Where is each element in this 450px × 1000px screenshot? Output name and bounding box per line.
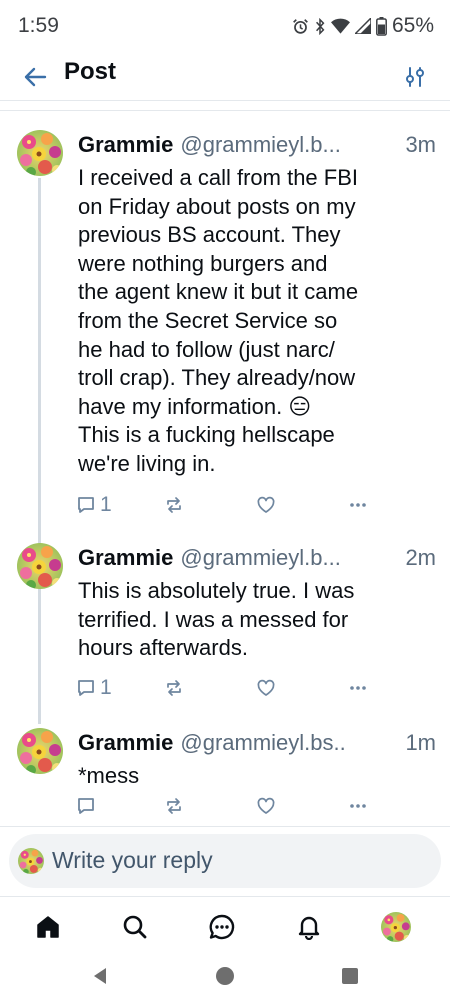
ellipsis-icon bbox=[350, 503, 366, 507]
post-actions: 1 bbox=[76, 674, 376, 702]
bluetooth-icon bbox=[315, 17, 325, 35]
back-button[interactable] bbox=[18, 60, 52, 94]
avatar[interactable] bbox=[17, 728, 63, 774]
repost-icon bbox=[167, 680, 181, 696]
reply-input[interactable]: Write your reply bbox=[9, 834, 441, 888]
system-back-button[interactable] bbox=[88, 964, 112, 988]
nav-search[interactable] bbox=[117, 910, 153, 944]
author-handle[interactable]: @grammieyl.bs.. bbox=[180, 730, 401, 756]
signal-icon bbox=[354, 18, 371, 34]
circle-home-icon bbox=[216, 967, 234, 985]
author-name[interactable]: Grammie bbox=[78, 730, 173, 756]
nav-chat[interactable] bbox=[204, 910, 240, 944]
post-time: 2m bbox=[405, 545, 436, 570]
system-home-button[interactable] bbox=[213, 964, 237, 988]
post-item[interactable]: Grammie @grammieyl.bs.. 1m *mess bbox=[0, 728, 450, 820]
more-options-button[interactable] bbox=[348, 491, 368, 519]
header-divider-secondary bbox=[0, 110, 450, 111]
more-options-button[interactable] bbox=[348, 792, 368, 820]
nav-profile[interactable] bbox=[378, 910, 414, 944]
like-button[interactable] bbox=[256, 674, 276, 702]
repost-icon bbox=[167, 497, 181, 513]
heart-icon bbox=[257, 679, 275, 696]
battery-icon bbox=[376, 16, 387, 36]
repost-icon bbox=[167, 798, 181, 814]
repost-button[interactable] bbox=[164, 491, 184, 519]
header-divider bbox=[0, 100, 450, 101]
post-header: Post bbox=[0, 56, 450, 100]
nav-notifications[interactable] bbox=[291, 910, 327, 944]
nav-home[interactable] bbox=[30, 910, 66, 944]
system-recents-button[interactable] bbox=[338, 964, 362, 988]
reply-button[interactable]: 1 bbox=[76, 491, 112, 519]
post-time: 3m bbox=[405, 132, 436, 157]
avatar[interactable] bbox=[17, 130, 63, 176]
author-handle[interactable]: @grammieyl.b... bbox=[180, 545, 401, 571]
system-nav-bar bbox=[0, 952, 450, 1000]
sliders-icon bbox=[406, 67, 424, 87]
repost-button[interactable] bbox=[164, 792, 184, 820]
page-title: Post bbox=[64, 58, 117, 85]
reply-placeholder: Write your reply bbox=[52, 847, 213, 873]
repost-button[interactable] bbox=[164, 674, 184, 702]
square-recents-icon bbox=[342, 968, 358, 984]
post-text: I received a call from the FBI on Friday… bbox=[78, 165, 359, 476]
comment-icon bbox=[78, 680, 94, 696]
triangle-back-icon bbox=[94, 968, 106, 984]
reply-divider bbox=[0, 826, 450, 827]
ellipsis-icon bbox=[350, 686, 366, 690]
status-bar: 1:59 65% bbox=[0, 0, 450, 56]
reply-button[interactable]: 1 bbox=[76, 674, 112, 702]
like-button[interactable] bbox=[256, 491, 276, 519]
author-name[interactable]: Grammie bbox=[78, 545, 173, 571]
reply-count: 1 bbox=[100, 493, 112, 516]
post-actions: 1 bbox=[76, 491, 376, 519]
ellipsis-icon bbox=[350, 804, 366, 808]
profile-avatar bbox=[381, 912, 411, 942]
home-icon bbox=[37, 916, 59, 938]
avatar bbox=[18, 848, 44, 874]
more-options-button[interactable] bbox=[348, 674, 368, 702]
bottom-nav bbox=[0, 900, 450, 952]
post-text: *mess bbox=[78, 763, 140, 788]
post-item[interactable]: Grammie @grammieyl.b... 2m This is absol… bbox=[0, 543, 450, 703]
comment-icon bbox=[78, 497, 94, 513]
like-button[interactable] bbox=[256, 792, 276, 820]
status-time: 1:59 bbox=[18, 14, 59, 37]
status-icons: 65% bbox=[292, 14, 434, 38]
post-meta: Grammie @grammieyl.bs.. 1m bbox=[78, 730, 436, 760]
bell-icon bbox=[298, 916, 320, 940]
reply-button[interactable] bbox=[76, 792, 96, 820]
post-actions bbox=[76, 792, 376, 820]
battery-percent: 65% bbox=[391, 14, 434, 37]
avatar[interactable] bbox=[17, 543, 63, 589]
reply-count: 1 bbox=[100, 676, 112, 699]
comment-icon bbox=[78, 798, 94, 814]
author-handle[interactable]: @grammieyl.b... bbox=[180, 132, 401, 158]
nav-divider bbox=[0, 896, 450, 897]
post-time: 1m bbox=[405, 730, 436, 755]
post-text: This is absolutely true. I was terrified… bbox=[78, 578, 355, 661]
heart-icon bbox=[257, 496, 275, 513]
post-item[interactable]: Grammie @grammieyl.b... 3m I received a … bbox=[0, 130, 450, 520]
post-meta: Grammie @grammieyl.b... 2m bbox=[78, 545, 436, 575]
thread-settings-button[interactable] bbox=[398, 60, 432, 94]
alarm-icon bbox=[293, 18, 308, 34]
search-icon bbox=[123, 915, 147, 939]
author-name[interactable]: Grammie bbox=[78, 132, 173, 158]
post-meta: Grammie @grammieyl.b... 3m bbox=[78, 132, 436, 162]
wifi-icon bbox=[330, 18, 350, 34]
arrow-left-icon bbox=[24, 67, 47, 87]
heart-icon bbox=[257, 797, 275, 814]
chat-icon bbox=[209, 914, 235, 940]
